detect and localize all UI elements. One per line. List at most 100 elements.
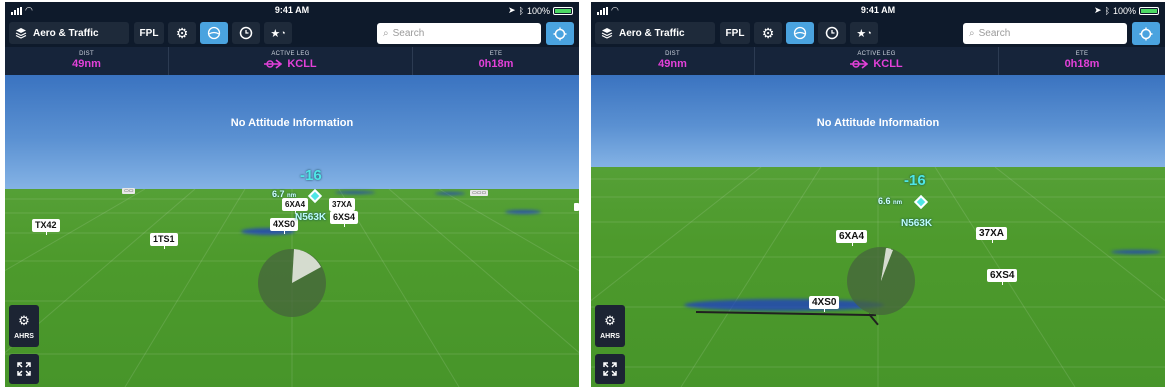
- ahrs-button[interactable]: ⚙ AHRS: [595, 305, 625, 347]
- toolbar: Aero & Traffic FPL ⚙ ★ ◔ ⌕ Search: [591, 19, 1165, 47]
- flight-info-strip: DIST 49nm ACTIVE LEG KCLL ETE 0h18m: [591, 47, 1165, 75]
- synthetic-vision-view[interactable]: No Attitude Information ▭▭ ▭▭▭ TX42 1TS1…: [5, 75, 579, 387]
- airport-label[interactable]: 6XS4: [987, 269, 1018, 285]
- layers-label: Aero & Traffic: [619, 27, 685, 39]
- active-leg-cell[interactable]: ACTIVE LEG KCLL: [169, 47, 413, 75]
- no-attitude-message: No Attitude Information: [816, 117, 940, 129]
- airport-label[interactable]: 6XA4: [836, 230, 868, 246]
- timer-button[interactable]: [818, 22, 846, 44]
- active-leg-waypoint: KCLL: [287, 58, 317, 70]
- fullscreen-button[interactable]: [9, 354, 39, 384]
- direct-to-icon: [264, 59, 283, 69]
- timer-button[interactable]: [232, 22, 260, 44]
- favorites-button[interactable]: ★ ◔: [264, 22, 292, 44]
- distant-marker: ▭▭▭: [470, 190, 489, 196]
- synthetic-vision-icon: [207, 26, 221, 40]
- ete-cell[interactable]: ETE 0h18m: [999, 47, 1165, 75]
- settings-button[interactable]: ⚙: [754, 22, 782, 44]
- bluetooth-icon: ᛒ: [518, 5, 524, 16]
- status-bar: ◠ 9:41 AM ➤ ᛒ 100%: [5, 2, 579, 19]
- ahrs-label: AHRS: [14, 332, 34, 340]
- airport-label[interactable]: 4XS0: [809, 296, 840, 312]
- favorites-button[interactable]: ★ ◔: [850, 22, 878, 44]
- location-arrow-icon: ➤: [1094, 5, 1102, 15]
- traffic-relative-altitude: -16: [904, 172, 926, 189]
- clock-icon: [239, 26, 253, 40]
- locate-button[interactable]: [1132, 22, 1160, 45]
- active-leg-cell[interactable]: ACTIVE LEG KCLL: [755, 47, 999, 75]
- layers-label: Aero & Traffic: [33, 27, 99, 39]
- active-leg-label: ACTIVE LEG: [271, 51, 310, 57]
- no-attitude-message: No Attitude Information: [230, 117, 354, 129]
- locate-button[interactable]: [546, 22, 574, 45]
- airport-label[interactable]: 6XA4: [282, 198, 309, 214]
- ete-label: ETE: [1075, 51, 1089, 57]
- status-time: 9:41 AM: [860, 5, 896, 15]
- search-icon: ⌕: [969, 28, 975, 39]
- sky: [5, 75, 579, 191]
- traffic-callsign: N563K: [901, 218, 933, 229]
- ipad-screen-left: ◠ 9:41 AM ➤ ᛒ 100% Aero & Traffic FPL ⚙ …: [5, 2, 579, 387]
- ahrs-label: AHRS: [600, 332, 620, 340]
- traffic-callsign: N563K: [295, 212, 327, 223]
- bluetooth-icon: ᛒ: [1104, 5, 1110, 16]
- compass-wedge-icon: [881, 248, 893, 281]
- ete-value: 0h18m: [1064, 58, 1100, 70]
- airport-label[interactable]: TX42: [32, 219, 60, 235]
- status-bar: ◠ 9:41 AM ➤ ᛒ 100%: [591, 2, 1165, 19]
- synthetic-vision-view[interactable]: No Attitude Information 6XA4 37XA 6XS4 4…: [591, 75, 1165, 387]
- traffic-distance: 6.6 nm: [878, 196, 902, 206]
- airport-label[interactable]: 37XA: [329, 198, 356, 214]
- heading-compass: [258, 249, 326, 317]
- favorites-icon: ★: [856, 27, 867, 40]
- synthetic-vision-button[interactable]: [200, 22, 228, 44]
- airport-label[interactable]: 6XS4: [330, 211, 359, 227]
- toolbar: Aero & Traffic FPL ⚙ ★ ◔ ⌕ Search: [5, 19, 579, 47]
- favorites-icon: ★: [270, 27, 281, 40]
- ete-value: 0h18m: [478, 58, 514, 70]
- status-right: ➤ ᛒ 100%: [508, 5, 573, 16]
- synthetic-vision-icon: [793, 26, 807, 40]
- status-time: 9:41 AM: [274, 5, 310, 15]
- dist-cell[interactable]: DIST 49nm: [5, 47, 169, 75]
- search-input[interactable]: ⌕ Search: [963, 23, 1127, 44]
- compass-wedge-icon: [292, 249, 321, 283]
- airport-label[interactable]: 1TS1: [150, 233, 178, 249]
- search-input[interactable]: ⌕ Search: [377, 23, 541, 44]
- layers-button[interactable]: Aero & Traffic: [595, 22, 715, 44]
- airport-label[interactable]: 37XA: [976, 227, 1008, 243]
- heading-compass: [847, 247, 915, 315]
- airport-label[interactable]: 4XS0: [270, 218, 299, 234]
- battery-icon: [553, 6, 573, 15]
- weather-blob: [1111, 250, 1161, 254]
- ete-cell[interactable]: ETE 0h18m: [413, 47, 579, 75]
- dist-label: DIST: [665, 51, 680, 57]
- battery-icon: [1139, 6, 1159, 15]
- ahrs-button[interactable]: ⚙ AHRS: [9, 305, 39, 347]
- fullscreen-button[interactable]: [595, 354, 625, 384]
- dist-value: 49nm: [658, 58, 687, 70]
- locate-icon: [1139, 27, 1153, 40]
- locate-icon: [553, 27, 567, 40]
- layers-button[interactable]: Aero & Traffic: [9, 22, 129, 44]
- fpl-button[interactable]: FPL: [720, 22, 750, 44]
- edge-marker: [574, 203, 579, 211]
- dist-cell[interactable]: DIST 49nm: [591, 47, 755, 75]
- synthetic-vision-button[interactable]: [786, 22, 814, 44]
- battery-percent: 100%: [526, 5, 550, 16]
- gear-icon: ⚙: [761, 24, 775, 41]
- clock-icon: [825, 26, 839, 40]
- dist-value: 49nm: [72, 58, 101, 70]
- active-leg-value: KCLL: [169, 58, 412, 70]
- search-placeholder: Search: [392, 28, 425, 39]
- active-leg-value: KCLL: [755, 58, 998, 70]
- weather-blob: [435, 192, 465, 195]
- expand-icon: [603, 362, 617, 376]
- active-leg-label: ACTIVE LEG: [857, 51, 896, 57]
- settings-button[interactable]: ⚙: [168, 22, 196, 44]
- fpl-button[interactable]: FPL: [134, 22, 164, 44]
- direct-to-icon: [850, 59, 869, 69]
- location-arrow-icon: ➤: [508, 5, 516, 15]
- status-right: ➤ ᛒ 100%: [1094, 5, 1159, 16]
- ete-label: ETE: [489, 51, 503, 57]
